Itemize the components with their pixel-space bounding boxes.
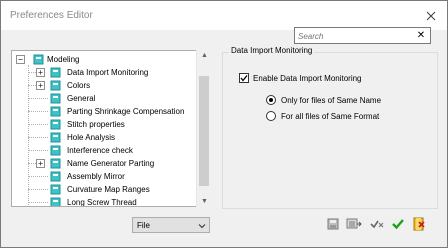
filter-dropdown[interactable]: File — [132, 217, 210, 233]
enable-monitoring-checkbox-row[interactable]: Enable Data Import Monitoring — [239, 72, 362, 84]
folder-node-icon — [50, 158, 61, 169]
apply-settings-button[interactable] — [368, 214, 386, 234]
folder-node-icon — [50, 67, 61, 78]
preferences-tree: − Modeling + Data Import Monitoring + Co… — [11, 50, 211, 207]
radio-same-format[interactable] — [266, 111, 276, 121]
tree-item-data-import-monitoring[interactable]: + Data Import Monitoring — [12, 67, 197, 79]
tree-item-label: Data Import Monitoring — [67, 68, 149, 77]
list-settings-icon — [346, 218, 362, 229]
scroll-down-icon[interactable]: ▼ — [201, 198, 208, 205]
folder-node-icon — [50, 80, 61, 91]
clear-search-button[interactable]: ✕ — [415, 29, 427, 42]
expand-toggle[interactable]: + — [36, 81, 45, 90]
tree-scrollbar[interactable]: ▲ ▼ — [196, 50, 211, 207]
tree-item-label: Parting Shrinkage Compensation — [67, 107, 185, 116]
tree-item-label: Colors — [67, 81, 91, 90]
exit-icon — [413, 217, 425, 231]
folder-node-icon — [33, 54, 44, 65]
check-settings-icon — [370, 220, 384, 229]
tree-item-colors[interactable]: + Colors — [12, 80, 197, 92]
tree-item-parting-shrinkage[interactable]: Parting Shrinkage Compensation — [12, 106, 197, 118]
close-icon — [426, 11, 436, 20]
tree-item-hole-analysis[interactable]: Hole Analysis — [12, 132, 197, 144]
tree-item-label: Interference check — [67, 146, 133, 155]
radio-same-name-label: Only for files of Same Name — [281, 95, 382, 105]
radio-same-format-label: For all files of Same Format — [281, 111, 380, 121]
search-box: ✕ — [294, 27, 431, 44]
expand-toggle[interactable]: + — [36, 68, 45, 77]
search-input[interactable] — [298, 30, 416, 42]
tree-item-stitch-properties[interactable]: Stitch properties — [12, 119, 197, 131]
tree-item-label: Modeling — [47, 55, 80, 64]
scrollbar-thumb[interactable] — [199, 76, 209, 186]
radio-same-name-row[interactable]: Only for files of Same Name — [266, 94, 381, 106]
collapse-toggle[interactable]: − — [16, 55, 25, 64]
folder-node-icon — [50, 145, 61, 156]
tree-item-curvature-map-ranges[interactable]: Curvature Map Ranges — [12, 184, 197, 196]
enable-monitoring-checkbox[interactable] — [239, 73, 249, 83]
tree-item-general[interactable]: General — [12, 93, 197, 105]
folder-node-icon — [50, 184, 61, 195]
tree-item-label: Stitch properties — [67, 120, 125, 129]
save-icon — [327, 218, 339, 230]
tree-item-long-screw-thread[interactable]: Long Screw Thread — [12, 197, 197, 207]
tree-item-interference-check[interactable]: Interference check — [12, 145, 197, 157]
window-title: Preferences Editor — [10, 10, 93, 21]
save-settings-button[interactable] — [324, 214, 342, 234]
tree-item-label: Curvature Map Ranges — [67, 185, 150, 194]
folder-node-icon — [50, 197, 61, 206]
folder-node-icon — [50, 171, 61, 182]
checkmark-icon — [240, 75, 248, 82]
load-settings-button[interactable] — [345, 214, 363, 234]
tree-item-label: Long Screw Thread — [67, 198, 137, 207]
chevron-down-icon — [198, 224, 206, 229]
folder-node-icon — [50, 93, 61, 104]
group-title: Data Import Monitoring — [229, 46, 315, 55]
radio-same-name[interactable] — [266, 95, 276, 105]
enable-monitoring-label: Enable Data Import Monitoring — [253, 73, 362, 83]
folder-node-icon — [50, 132, 61, 143]
tree-item-label: General — [67, 94, 96, 103]
ok-button[interactable] — [389, 214, 407, 234]
tree-item-label: Assembly Mirror — [67, 172, 125, 181]
folder-node-icon — [50, 119, 61, 130]
title-bar: Preferences Editor — [1, 1, 447, 30]
tree-item-name-generator-parting[interactable]: + Name Generator Parting — [12, 158, 197, 170]
filter-value: File — [137, 221, 150, 230]
checkmark-icon — [392, 219, 404, 230]
close-button[interactable] — [415, 1, 447, 30]
folder-node-icon — [50, 106, 61, 117]
expand-toggle[interactable]: + — [36, 159, 45, 168]
tree-item-label: Name Generator Parting — [67, 159, 155, 168]
tree-item-modeling[interactable]: − Modeling — [12, 54, 197, 66]
tree-item-assembly-mirror[interactable]: Assembly Mirror — [12, 171, 197, 183]
radio-same-format-row[interactable]: For all files of Same Format — [266, 110, 379, 122]
tree-item-label: Hole Analysis — [67, 133, 116, 142]
scroll-up-icon[interactable]: ▲ — [201, 52, 208, 59]
exit-button[interactable] — [410, 214, 428, 234]
